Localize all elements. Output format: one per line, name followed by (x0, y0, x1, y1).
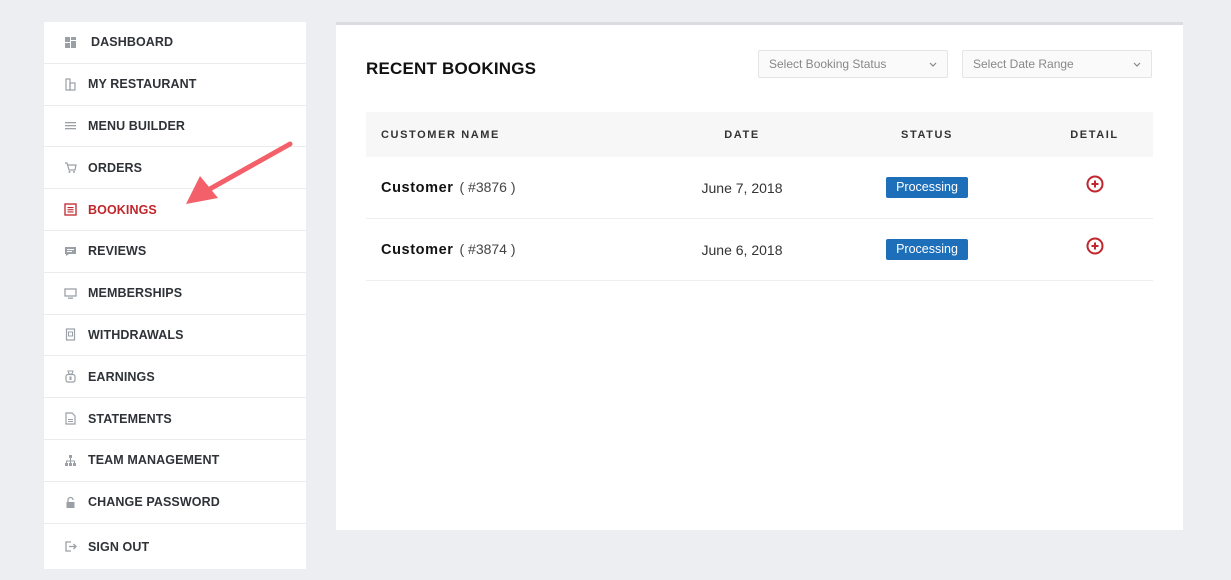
menu-icon (64, 119, 77, 132)
money-bag-icon (64, 370, 77, 383)
sidebar-item-dashboard[interactable]: DASHBOARD (44, 22, 306, 64)
sidebar-item-label: MEMBERSHIPS (88, 286, 183, 301)
sidebar-item-label: CHANGE PASSWORD (88, 495, 220, 510)
sidebar-item-withdrawals[interactable]: WITHDRAWALS (44, 315, 306, 357)
dashboard-icon (64, 36, 77, 49)
plus-circle-icon[interactable] (1085, 175, 1105, 195)
sidebar-item-label: BOOKINGS (88, 202, 157, 217)
cart-icon (64, 161, 77, 174)
chevron-down-icon (929, 62, 937, 67)
sidebar-item-statements[interactable]: STATEMENTS (44, 398, 306, 440)
booking-status-select[interactable]: Select Booking Status (758, 50, 948, 78)
comment-icon (64, 245, 77, 258)
lock-icon (64, 496, 77, 509)
column-header-customer-name: CUSTOMER NAME (381, 128, 500, 141)
withdrawal-icon (64, 328, 77, 342)
customer-name: Customer (381, 179, 454, 196)
table-row: Customer ( #3876 ) June 7, 2018 Processin… (366, 157, 1153, 219)
sidebar-item-my-restaurant[interactable]: MY RESTAURANT (44, 64, 306, 106)
sidebar-item-label: MENU BUILDER (88, 118, 186, 133)
sidebar-item-change-password[interactable]: CHANGE PASSWORD (44, 482, 306, 524)
sidebar-item-bookings[interactable]: BOOKINGS (44, 189, 306, 231)
sidebar-item-earnings[interactable]: EARNINGS (44, 356, 306, 399)
customer-cell: Customer ( #3876 ) (366, 179, 666, 197)
detail-cell (1036, 237, 1153, 262)
status-badge: Processing (886, 177, 968, 198)
detail-cell (1036, 175, 1153, 200)
sidebar-item-label: REVIEWS (88, 244, 147, 259)
sidebar-item-team-management[interactable]: TEAM MANAGEMENT (44, 440, 306, 482)
date-range-select[interactable]: Select Date Range (962, 50, 1152, 78)
sidebar-item-sign-out[interactable]: SIGN OUT (44, 524, 306, 570)
chevron-down-icon (1133, 62, 1141, 67)
bookings-table: CUSTOMER NAME DATE STATUS DETAIL Custome… (366, 112, 1153, 281)
column-header-detail: DETAIL (1070, 128, 1119, 141)
column-header-status: STATUS (901, 128, 953, 141)
sidebar-item-reviews[interactable]: REVIEWS (44, 231, 306, 273)
table-header: CUSTOMER NAME DATE STATUS DETAIL (366, 112, 1153, 157)
sign-out-icon (64, 540, 77, 553)
column-header-date: DATE (724, 128, 760, 141)
customer-name: Customer (381, 241, 454, 258)
booking-date: June 7, 2018 (701, 179, 783, 196)
sidebar-item-label: STATEMENTS (88, 411, 172, 426)
sitemap-icon (64, 454, 77, 467)
sidebar-item-memberships[interactable]: MEMBERSHIPS (44, 273, 306, 315)
document-icon (64, 412, 77, 425)
sidebar-item-menu-builder[interactable]: MENU BUILDER (44, 106, 306, 148)
page-title: RECENT BOOKINGS (366, 59, 537, 78)
restaurant-icon (64, 78, 77, 91)
sidebar: DASHBOARD MY RESTAURANT MENU BUILDER ORD… (44, 22, 306, 569)
booking-id: ( #3874 ) (459, 240, 516, 257)
sidebar-item-label: EARNINGS (88, 369, 155, 384)
plus-circle-icon[interactable] (1085, 237, 1105, 257)
sidebar-item-label: TEAM MANAGEMENT (88, 453, 220, 468)
booking-status-placeholder: Select Booking Status (769, 57, 887, 71)
sidebar-item-label: DASHBOARD (91, 35, 174, 50)
date-range-placeholder: Select Date Range (973, 57, 1074, 71)
sidebar-item-label: WITHDRAWALS (88, 327, 184, 342)
monitor-icon (64, 287, 77, 300)
status-badge: Processing (886, 239, 968, 260)
sidebar-item-orders[interactable]: ORDERS (44, 147, 306, 190)
status-cell: Processing (818, 239, 1036, 260)
table-row: Customer ( #3874 ) June 6, 2018 Processin… (366, 219, 1153, 281)
sidebar-item-label: MY RESTAURANT (88, 77, 197, 92)
bookings-icon (64, 203, 77, 216)
recent-bookings-panel: RECENT BOOKINGS Select Booking Status Se… (336, 22, 1183, 530)
customer-cell: Customer ( #3874 ) (366, 241, 666, 259)
sidebar-item-label: ORDERS (88, 160, 143, 175)
booking-id: ( #3876 ) (459, 178, 516, 195)
booking-date: June 6, 2018 (701, 241, 783, 258)
status-cell: Processing (818, 177, 1036, 198)
sidebar-item-label: SIGN OUT (88, 539, 150, 554)
